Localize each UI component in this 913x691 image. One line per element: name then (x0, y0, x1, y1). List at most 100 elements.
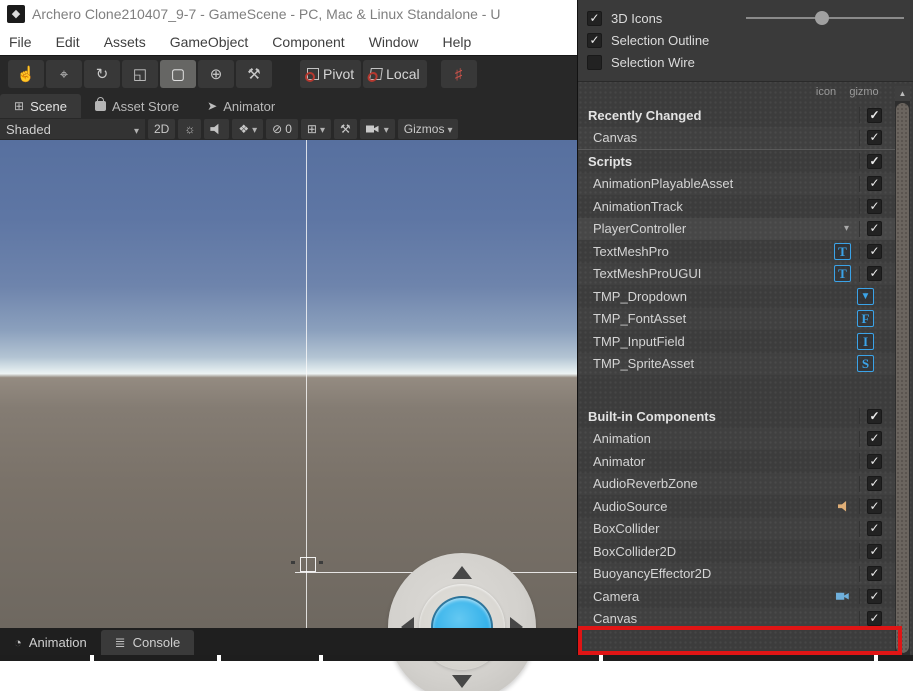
pivot-toggle-button[interactable]: Pivot (300, 60, 362, 88)
gizmo-row[interactable]: BoxCollider2D (578, 540, 898, 563)
chevron-down-icon[interactable]: ▾ (844, 223, 849, 234)
gizmo-row[interactable]: AnimationPlayableAsset (578, 173, 898, 196)
scroll-up-button[interactable]: ▲ (895, 86, 910, 101)
gizmo-item-label: BuoyancyEffector2D (593, 566, 712, 582)
selection-outline-checkbox[interactable] (587, 32, 602, 48)
tab-animator[interactable]: ➤ Animator (193, 94, 289, 118)
gizmo-row[interactable]: AnimationTrack (578, 195, 898, 218)
gizmo-checkbox[interactable] (867, 588, 882, 604)
panel-divider (603, 655, 874, 661)
gizmo-row[interactable]: Canvas (578, 608, 898, 631)
gizmo-checkbox[interactable] (867, 243, 882, 259)
gizmo-list: Recently ChangedCanvasScriptsAnimationPl… (578, 104, 898, 630)
scene-effects-button[interactable]: ❖ (232, 119, 264, 139)
scene-grid-visibility-button[interactable]: ⊞ (300, 119, 331, 139)
selection-wire-checkbox[interactable] (587, 54, 602, 70)
menu-item-selection-outline[interactable]: Selection Outline (578, 29, 913, 51)
gizmo-row[interactable]: Animation (578, 428, 898, 451)
gizmo-checkbox[interactable] (867, 176, 882, 192)
scene-lighting-button[interactable]: ☼ (178, 119, 202, 139)
main-toolbar: ☝ ⌖ ↻ ◱ ▢ ⊕ ⚒ Pivot Local ♯ (0, 55, 577, 92)
gizmo-section: Scripts AnimationPlayableAsset AnimationTr… (578, 150, 898, 375)
gizmos-dropdown-button[interactable]: Gizmos (397, 119, 459, 139)
menu-item-3d-icons[interactable]: 3D Icons (578, 7, 913, 29)
gizmo-checkbox[interactable] (867, 198, 882, 214)
2d-toggle-button[interactable]: 2D (148, 119, 176, 139)
gizmo-checkbox[interactable] (867, 566, 882, 582)
slider-knob[interactable] (814, 11, 829, 25)
grid-snap-button[interactable]: ♯ (440, 60, 477, 88)
menu-gameobject[interactable]: GameObject (170, 34, 249, 50)
gizmo-row[interactable]: BuoyancyEffector2D (578, 563, 898, 586)
gizmo-checkbox[interactable] (867, 543, 882, 559)
transform-tool-button[interactable]: ⊕ (198, 60, 234, 88)
gizmo-checkbox[interactable] (867, 476, 882, 492)
scene-viewport[interactable] (0, 140, 577, 691)
menu-assets[interactable]: Assets (104, 34, 146, 50)
hand-tool-button[interactable]: ☝ (8, 60, 44, 88)
virtual-joystick[interactable] (388, 553, 536, 691)
gizmo-checkbox[interactable] (867, 453, 882, 469)
scene-visibility-button[interactable]: ⊘ 0 (266, 119, 298, 139)
move-tool-button[interactable]: ⌖ (46, 60, 82, 88)
gizmo-checkbox[interactable] (867, 266, 882, 282)
gizmo-row[interactable]: AudioSource (578, 495, 898, 518)
gizmo-checkbox[interactable] (867, 107, 882, 123)
gizmo-row[interactable]: TextMeshPro T (578, 240, 898, 263)
3d-icons-checkbox[interactable] (587, 10, 602, 26)
gizmo-checkbox[interactable] (867, 521, 882, 537)
gizmo-row[interactable]: PlayerController ▾ (578, 217, 898, 240)
scene-camera-button[interactable] (359, 119, 395, 139)
menu-edit[interactable]: Edit (56, 34, 80, 50)
3d-icons-size-slider[interactable] (746, 7, 904, 29)
gizmo-row[interactable]: TMP_FontAsset F (578, 308, 898, 331)
gizmo-section-header[interactable]: Recently Changed (578, 104, 898, 127)
gizmo-checkbox[interactable] (867, 130, 882, 146)
menu-component[interactable]: Component (272, 34, 344, 50)
menu-item-selection-wire[interactable]: Selection Wire (578, 51, 913, 73)
scrollbar[interactable]: ▲ (895, 86, 910, 655)
scene-tools-button[interactable]: ⚒ (333, 119, 357, 139)
gizmo-row[interactable]: TMP_InputField I (578, 330, 898, 353)
local-cube-icon (369, 68, 383, 80)
gizmo-section-header[interactable]: Built-in Components (578, 405, 898, 428)
gizmo-checkbox[interactable] (867, 221, 882, 237)
gizmo-checkbox[interactable] (867, 431, 882, 447)
gizmo-row[interactable]: Camera (578, 585, 898, 608)
canvas-corner-gizmo[interactable] (300, 557, 316, 572)
tab-console[interactable]: ≣ Console (100, 630, 195, 655)
column-divider (859, 175, 860, 192)
local-toggle-button[interactable]: Local (363, 60, 427, 88)
gizmo-section-header[interactable]: Scripts (578, 150, 898, 173)
menu-file[interactable]: File (9, 34, 32, 50)
column-divider (859, 565, 860, 582)
rect-tool-button[interactable]: ▢ (160, 60, 196, 88)
scrollbar-thumb[interactable] (896, 103, 909, 653)
shading-mode-dropdown[interactable]: Shaded (0, 119, 145, 139)
menu-window[interactable]: Window (369, 34, 419, 50)
tab-scene[interactable]: ⊞ Scene (0, 94, 81, 118)
gizmo-checkbox[interactable] (867, 153, 882, 169)
gizmo-checkbox[interactable] (867, 611, 882, 627)
rotate-tool-button[interactable]: ↻ (84, 60, 120, 88)
gizmo-row[interactable]: TMP_SpriteAsset S (578, 353, 898, 376)
tab-animation[interactable]: ◔ Animation (0, 630, 101, 655)
gizmo-checkbox[interactable] (867, 498, 882, 514)
gizmo-row[interactable]: TMP_Dropdown ▼ (578, 285, 898, 308)
chevron-down-icon (384, 122, 389, 136)
gizmo-row[interactable]: Canvas (578, 127, 898, 150)
scale-tool-button[interactable]: ◱ (122, 60, 158, 88)
gizmo-row[interactable]: BoxCollider (578, 518, 898, 541)
gizmo-checkbox[interactable] (867, 408, 882, 424)
tab-asset-store[interactable]: Asset Store (81, 94, 193, 118)
gizmo-row[interactable]: Animator (578, 450, 898, 473)
selection-wire-label: Selection Wire (611, 54, 695, 70)
menu-help[interactable]: Help (442, 34, 471, 50)
gizmo-handle[interactable] (291, 561, 295, 564)
gizmo-handle[interactable] (319, 561, 323, 564)
custom-tool-button[interactable]: ⚒ (236, 60, 272, 88)
column-divider (859, 543, 860, 560)
scene-audio-button[interactable] (204, 119, 230, 139)
gizmo-row[interactable]: AudioReverbZone (578, 473, 898, 496)
gizmo-row[interactable]: TextMeshProUGUI T (578, 263, 898, 286)
